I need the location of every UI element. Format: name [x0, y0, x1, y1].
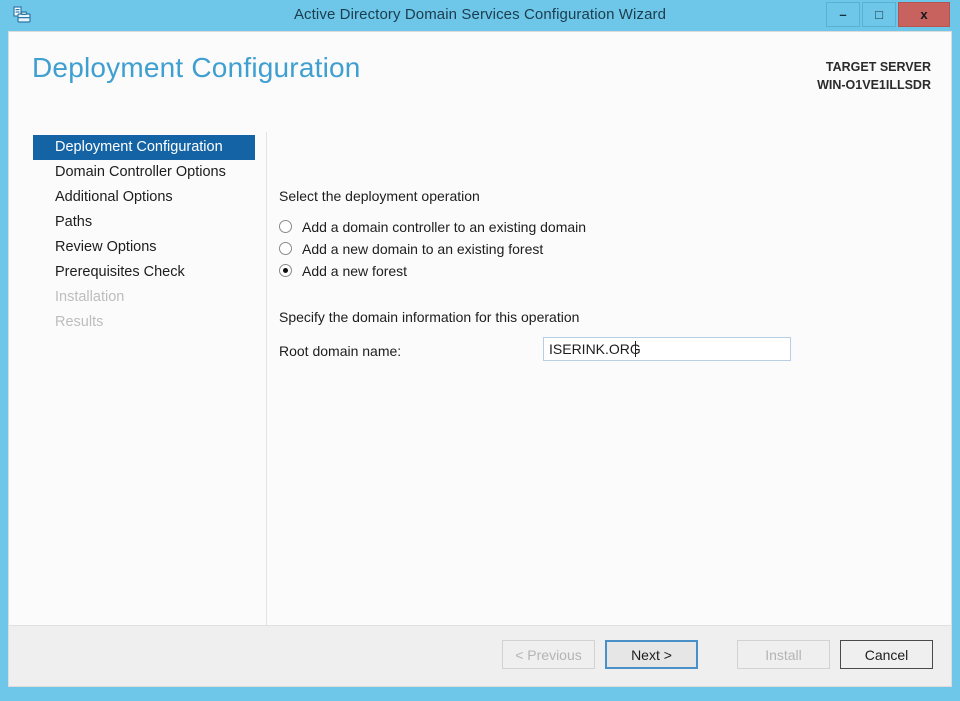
- page-header: Deployment Configuration TARGET SERVER W…: [9, 32, 951, 117]
- install-button: Install: [737, 640, 830, 669]
- sidebar-item-domain-controller-options[interactable]: Domain Controller Options: [33, 160, 255, 185]
- content-divider: [266, 132, 267, 652]
- wizard-client-area: Deployment Configuration TARGET SERVER W…: [8, 31, 952, 687]
- wizard-footer: < Previous Next > Install Cancel: [9, 625, 951, 686]
- sidebar-item-installation: Installation: [55, 289, 125, 305]
- radio-icon: [279, 220, 292, 233]
- target-server-info: TARGET SERVER WIN-O1VE1ILLSDR: [817, 58, 931, 94]
- root-domain-name-label: Root domain name:: [279, 343, 402, 359]
- radio-selected-icon: [279, 264, 292, 277]
- radio-add-new-forest[interactable]: Add a new forest: [279, 260, 586, 282]
- root-domain-name-input[interactable]: [543, 337, 791, 361]
- domain-information-label: Specify the domain information for this …: [279, 309, 580, 325]
- sidebar-item-review-options[interactable]: Review Options: [33, 235, 255, 260]
- sidebar-item-prerequisites-check[interactable]: Prerequisites Check: [33, 260, 255, 285]
- radio-label: Add a domain controller to an existing d…: [302, 219, 587, 235]
- minimize-button[interactable]: –: [826, 2, 860, 27]
- sidebar-item-deployment-configuration[interactable]: Deployment Configuration: [33, 135, 255, 160]
- sidebar-item-paths[interactable]: Paths: [33, 210, 255, 235]
- radio-label: Add a new domain to an existing forest: [302, 241, 544, 257]
- maximize-button[interactable]: □: [862, 2, 896, 27]
- close-button[interactable]: x: [898, 2, 950, 27]
- page-title: Deployment Configuration: [32, 52, 361, 83]
- title-bar[interactable]: Active Directory Domain Services Configu…: [0, 0, 960, 30]
- previous-button: < Previous: [502, 640, 595, 669]
- window-title: Active Directory Domain Services Configu…: [293, 6, 667, 23]
- next-button[interactable]: Next >: [605, 640, 698, 669]
- wizard-window: Active Directory Domain Services Configu…: [0, 0, 960, 701]
- deployment-operation-label: Select the deployment operation: [279, 188, 480, 204]
- radio-icon: [279, 242, 292, 255]
- target-server-name: WIN-O1VE1ILLSDR: [817, 78, 931, 92]
- radio-add-domain-controller-existing-domain[interactable]: Add a domain controller to an existing d…: [279, 216, 586, 238]
- cancel-button[interactable]: Cancel: [840, 640, 933, 669]
- text-caret: [635, 341, 636, 357]
- radio-label: Add a new forest: [302, 263, 408, 279]
- radio-add-new-domain-existing-forest[interactable]: Add a new domain to an existing forest: [279, 238, 586, 260]
- deployment-operation-radio-group: Add a domain controller to an existing d…: [279, 216, 586, 282]
- wizard-step-nav: Deployment Configuration Domain Controll…: [33, 135, 255, 335]
- target-server-label: TARGET SERVER: [825, 60, 931, 74]
- sidebar-item-results: Results: [55, 314, 104, 330]
- sidebar-item-additional-options[interactable]: Additional Options: [33, 185, 255, 210]
